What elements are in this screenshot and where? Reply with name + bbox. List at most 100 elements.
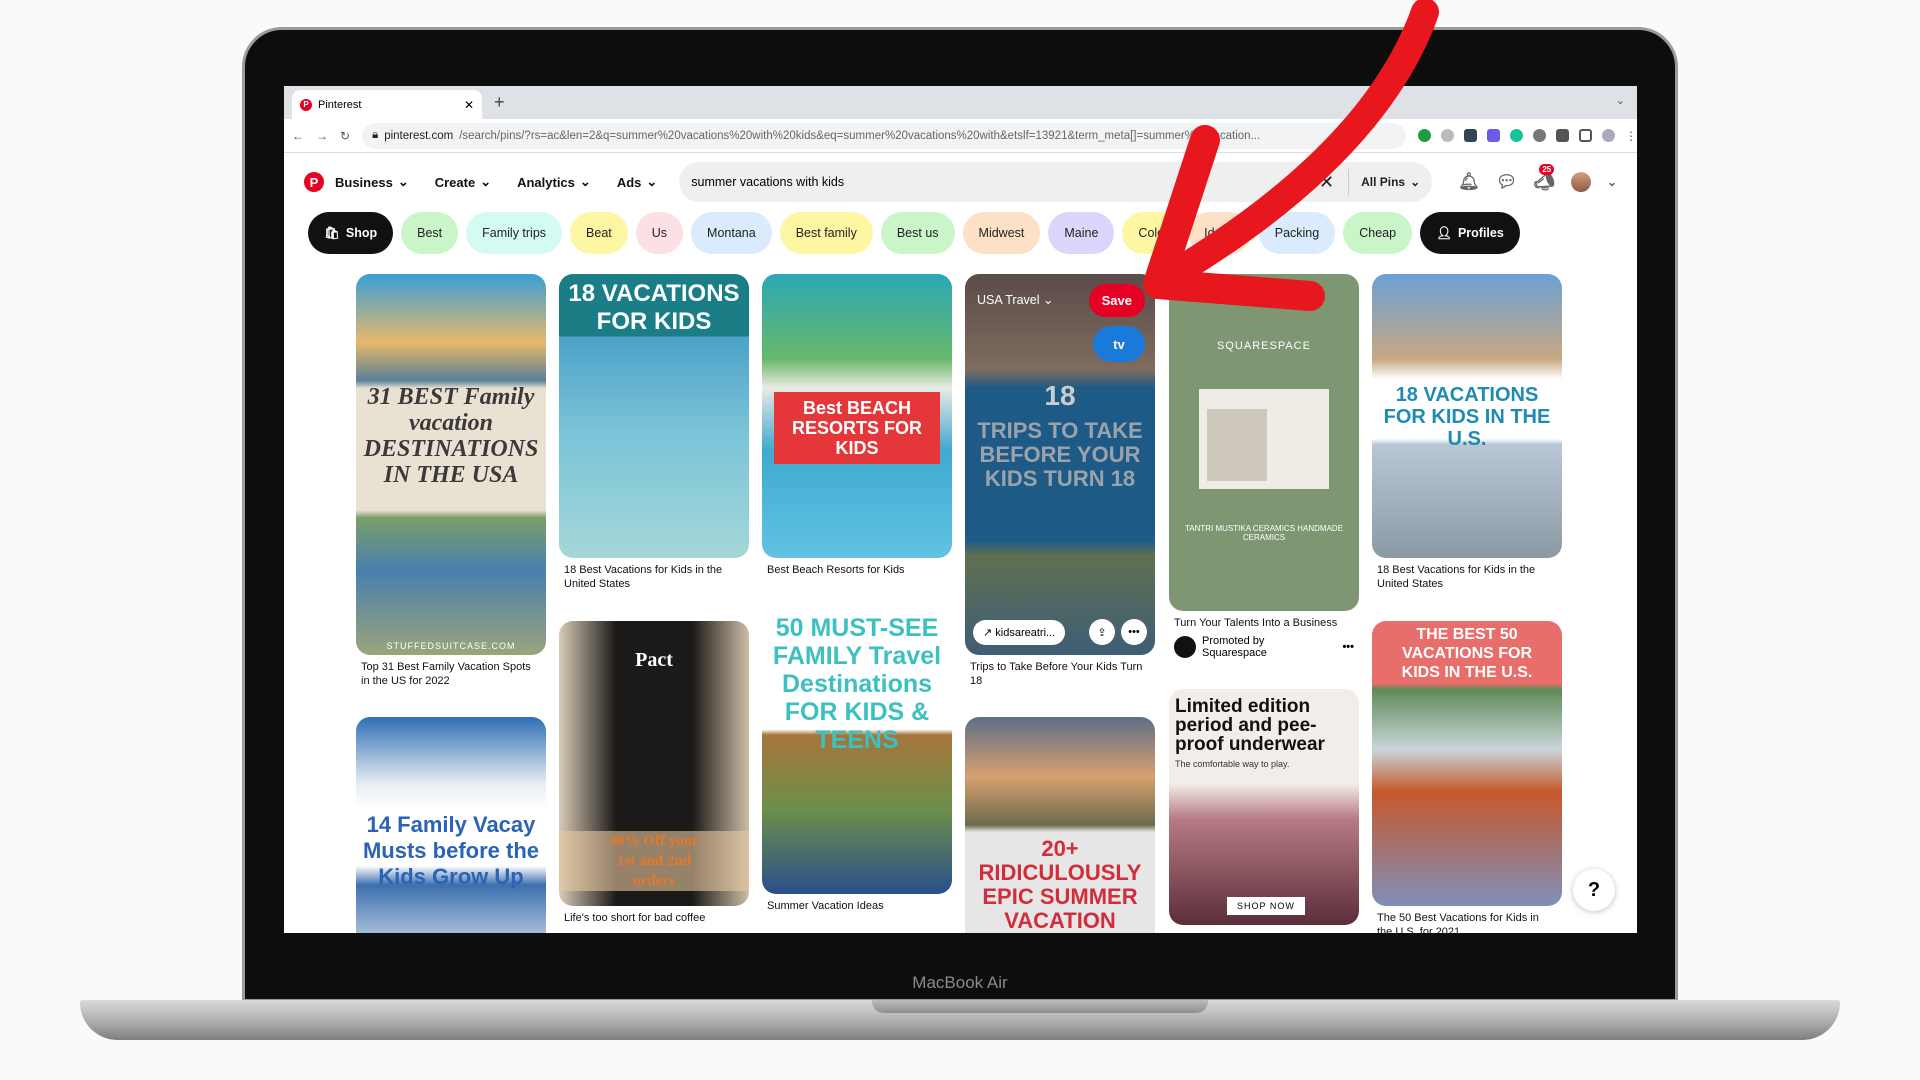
filter-pill[interactable]: Maine bbox=[1048, 212, 1115, 254]
filter-pill[interactable]: Us bbox=[635, 212, 684, 254]
bell-icon[interactable]: 🔔︎ bbox=[1458, 172, 1480, 192]
share-icon[interactable]: ⇪ bbox=[1089, 619, 1115, 645]
pin-source-link[interactable]: ↗ kidsareatri... bbox=[973, 620, 1066, 645]
pin-overlay-text: THE BEST 50 VACATIONS FOR KIDS IN THE U.… bbox=[1401, 626, 1533, 681]
pin[interactable]: USA Travel ⌄ Save tv 18 TRIPS TO TAKE BE… bbox=[965, 274, 1155, 688]
pin[interactable]: THE BEST 50 VACATIONS FOR KIDS IN THE U.… bbox=[1372, 621, 1562, 933]
nav-business[interactable]: P Business ⌄ bbox=[304, 172, 409, 192]
pin[interactable]: 18 VACATIONS FOR KIDS 18 Best Vacations … bbox=[559, 274, 749, 591]
pin-caption[interactable]: Top 31 Best Family Vacation Spots in the… bbox=[356, 655, 546, 688]
pill-label: Midwest bbox=[978, 226, 1025, 240]
grammarly-icon[interactable] bbox=[1510, 129, 1523, 142]
pin[interactable]: 14 Family Vacay Musts before the Kids Gr… bbox=[356, 717, 546, 933]
chevron-down-icon: ⌄ bbox=[646, 174, 658, 189]
new-tab-button[interactable]: + bbox=[494, 92, 505, 113]
browser-tab[interactable]: P Pinterest ✕ bbox=[292, 90, 482, 119]
pin[interactable]: Pact 40% Off your 1st and 2nd orders Lif… bbox=[559, 621, 749, 926]
extension-icon[interactable] bbox=[1487, 129, 1500, 142]
pin-caption[interactable]: Turn Your Talents Into a Business bbox=[1169, 611, 1359, 631]
search-input[interactable] bbox=[691, 175, 1319, 189]
filter-pill[interactable]: Cheap bbox=[1343, 212, 1413, 254]
clear-search-icon[interactable]: ✕ bbox=[1319, 172, 1334, 193]
pin[interactable]: 50 MUST-SEE FAMILY Travel Destinations F… bbox=[762, 610, 952, 914]
pill-label: Ideas bbox=[1204, 226, 1235, 240]
filter-pill[interactable]: Colo bbox=[1122, 212, 1181, 254]
pin-caption[interactable]: 18 Best Vacations for Kids in the United… bbox=[1372, 558, 1562, 591]
pin[interactable]: 31 BEST Family vacation DESTINATIONS IN … bbox=[356, 274, 546, 688]
filter-pill[interactable]: 🛍︎ Shop bbox=[308, 212, 394, 254]
pin-overlay-text: 20+ RIDICULOUSLY EPIC SUMMER VACATION SP… bbox=[978, 836, 1142, 934]
pin[interactable]: Limited edition period and pee-proof und… bbox=[1169, 689, 1359, 925]
tab-search-chevron-icon[interactable]: ⌄ bbox=[1616, 94, 1625, 107]
pin-caption[interactable]: Trips to Take Before Your Kids Turn 18 bbox=[965, 655, 1155, 688]
bag-icon: 🛍︎ bbox=[324, 225, 340, 240]
extension-icon[interactable] bbox=[1533, 129, 1546, 142]
forward-icon[interactable]: → bbox=[316, 129, 328, 143]
tab-title: Pinterest bbox=[318, 98, 362, 111]
pinterest-logo[interactable]: P bbox=[304, 172, 324, 192]
filter-pill[interactable]: Midwest bbox=[962, 212, 1041, 254]
promoted-by[interactable]: Promoted by Squarespace ••• bbox=[1169, 631, 1359, 663]
filter-pill[interactable]: Beat bbox=[570, 212, 628, 254]
pin-overlay-text: Pact bbox=[635, 649, 673, 671]
filter-pill[interactable]: 👤︎ Profiles bbox=[1420, 212, 1520, 254]
pin[interactable]: 20+ RIDICULOUSLY EPIC SUMMER VACATION SP… bbox=[965, 717, 1155, 933]
board-selector[interactable]: USA Travel ⌄ bbox=[977, 292, 1054, 307]
pill-label: Best us bbox=[896, 226, 939, 240]
pin[interactable]: 18 VACATIONS FOR KIDS IN THE U.S. 18 Bes… bbox=[1372, 274, 1562, 591]
preview-photo bbox=[1207, 409, 1267, 481]
pin-caption[interactable]: Best Beach Resorts for Kids bbox=[762, 558, 952, 578]
nav-label: Analytics bbox=[517, 174, 575, 190]
more-icon[interactable]: ••• bbox=[1121, 619, 1147, 645]
nav-label: Ads bbox=[616, 174, 642, 190]
nav-ads[interactable]: Ads ⌄ bbox=[617, 174, 657, 190]
pin-offer-text: 40% Off your 1st and 2nd orders bbox=[559, 831, 749, 891]
filter-pill[interactable]: Best us bbox=[880, 212, 955, 254]
avatar[interactable] bbox=[1570, 172, 1591, 192]
pin-caption[interactable]: The 50 Best Vacations for Kids in the U.… bbox=[1372, 906, 1562, 933]
laptop-base bbox=[80, 1000, 1840, 1040]
close-tab-icon[interactable]: ✕ bbox=[464, 98, 474, 112]
help-button[interactable]: ? bbox=[1573, 869, 1615, 911]
extension-icon[interactable] bbox=[1441, 129, 1454, 142]
puzzle-icon[interactable] bbox=[1556, 129, 1569, 142]
profile-icon[interactable] bbox=[1602, 129, 1615, 142]
updates-icon[interactable]: 📣︎ 25 bbox=[1533, 164, 1555, 192]
tailwind-button[interactable]: tv bbox=[1093, 326, 1145, 362]
filter-pill[interactable]: Ideas bbox=[1188, 212, 1251, 254]
more-icon[interactable]: ••• bbox=[1342, 641, 1354, 653]
person-icon: 👤︎ bbox=[1436, 225, 1452, 240]
url-field[interactable]: 🔒︎ pinterest.com/search/pins/?rs=ac&len=… bbox=[362, 122, 1406, 149]
nav-create[interactable]: Create ⌄ bbox=[435, 174, 491, 190]
save-button[interactable]: Save bbox=[1088, 284, 1145, 317]
nav-analytics[interactable]: Analytics ⌄ bbox=[517, 174, 591, 190]
extension-icon[interactable] bbox=[1464, 129, 1477, 142]
shop-now-button[interactable]: SHOP NOW bbox=[1227, 897, 1305, 915]
reload-icon[interactable]: ↻ bbox=[340, 129, 350, 143]
base-notch bbox=[872, 1000, 1208, 1013]
extension-icon[interactable] bbox=[1418, 129, 1431, 142]
pin[interactable]: Best BEACH RESORTS FOR KIDS Best Beach R… bbox=[762, 274, 952, 578]
pin-overlay-text: 50 MUST-SEE FAMILY Travel Destinations F… bbox=[772, 614, 942, 754]
pin-subtext: The comfortable way to play. bbox=[1175, 759, 1290, 769]
website-preview bbox=[1199, 389, 1329, 489]
filter-pill[interactable]: Montana bbox=[691, 212, 772, 254]
menu-kebab-icon[interactable]: ⋮ bbox=[1625, 129, 1637, 143]
pin-caption[interactable]: Summer Vacation Ideas bbox=[762, 894, 952, 914]
filter-pill[interactable]: Packing bbox=[1258, 212, 1336, 254]
pin-caption[interactable]: 18 Best Vacations for Kids in the United… bbox=[559, 558, 749, 591]
messages-icon[interactable]: 💬︎ bbox=[1496, 172, 1518, 192]
filter-label: All Pins bbox=[1361, 175, 1406, 189]
filter-pill[interactable]: Best family bbox=[779, 212, 873, 254]
pin-caption[interactable]: Life's too short for bad coffee bbox=[559, 906, 749, 926]
pin-image: SQUARESPACE TANTRI MUSTIKA CERAMICS HAND… bbox=[1169, 274, 1359, 611]
back-icon[interactable]: ← bbox=[292, 129, 304, 143]
search-filter-dropdown[interactable]: All Pins ⌄ bbox=[1361, 175, 1420, 189]
filter-pill[interactable]: Family trips bbox=[466, 212, 563, 254]
filter-pill[interactable]: Best bbox=[401, 212, 459, 254]
address-bar-row: ← → ↻ 🔒︎ pinterest.com/search/pins/?rs=a… bbox=[284, 119, 1637, 153]
pin[interactable]: SQUARESPACE TANTRI MUSTIKA CERAMICS HAND… bbox=[1169, 274, 1359, 663]
account-chevron-icon[interactable]: ⌄ bbox=[1607, 175, 1617, 189]
chevron-down-icon: ⌄ bbox=[579, 174, 591, 189]
sidepanel-icon[interactable] bbox=[1579, 129, 1592, 142]
